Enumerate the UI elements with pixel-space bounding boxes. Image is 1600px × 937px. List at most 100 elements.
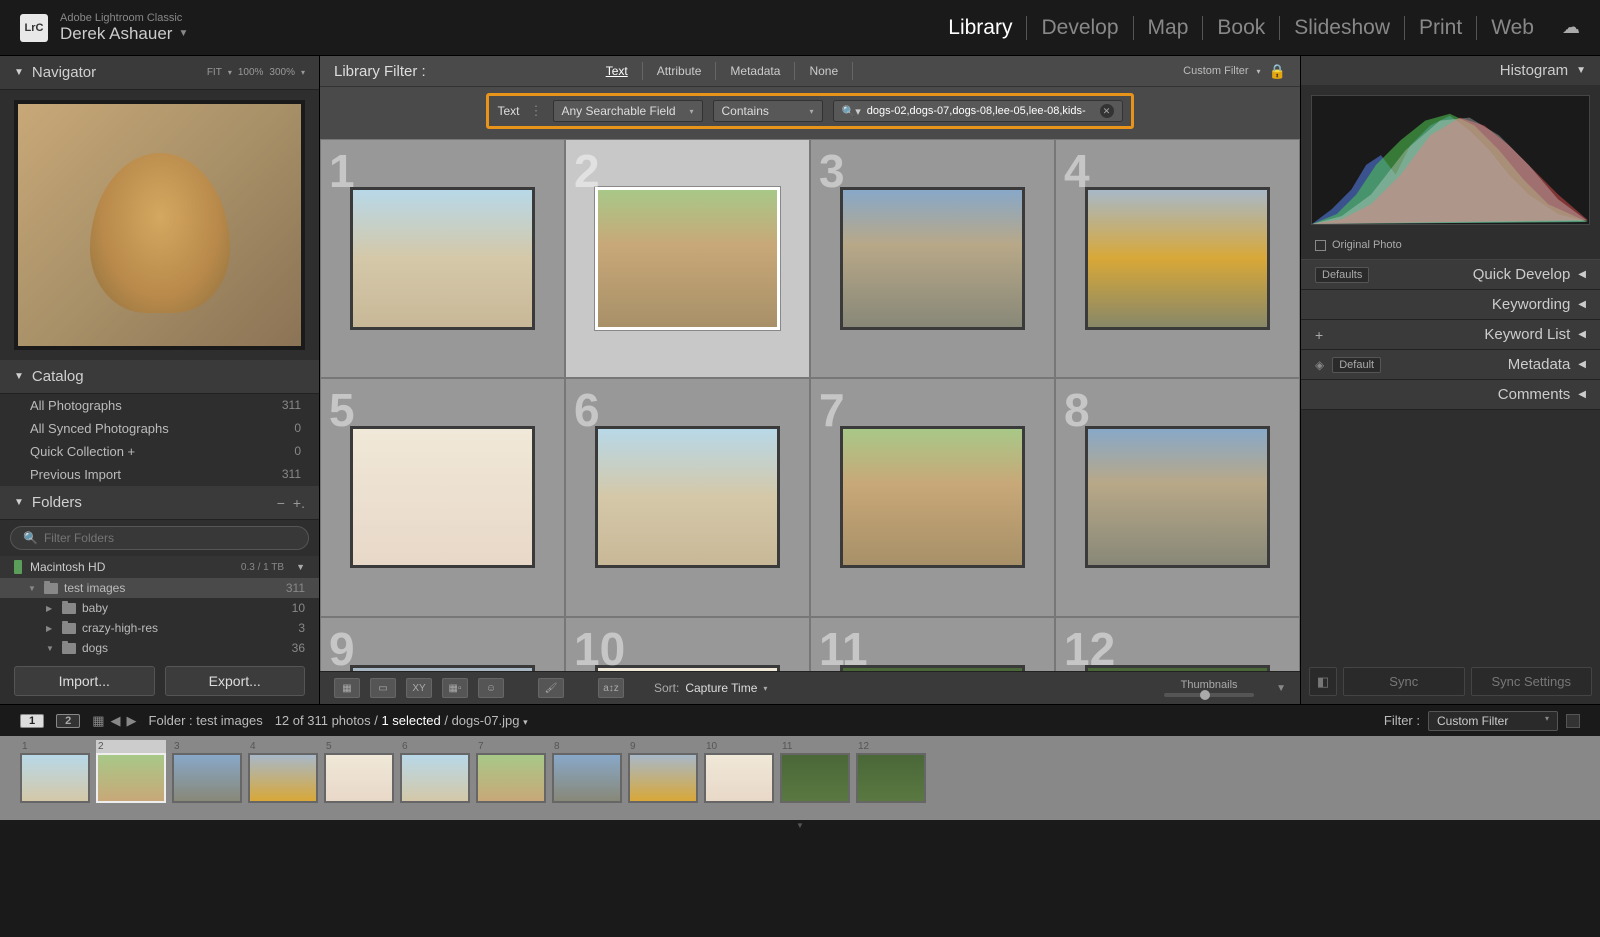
status-folder[interactable]: Folder : test images xyxy=(149,713,263,728)
metadata-visibility-icon[interactable]: ◈ xyxy=(1315,358,1324,372)
keywording-header[interactable]: Keywording ◀ xyxy=(1301,290,1600,319)
filmstrip-collapse-handle[interactable]: ▼ xyxy=(0,820,1600,830)
sort-caret-icon[interactable]: ▾ xyxy=(763,684,767,693)
thumbnail-size[interactable]: Thumbnails xyxy=(1164,679,1254,697)
grid-cell[interactable]: 10 xyxy=(565,617,810,671)
catalog-item[interactable]: Previous Import311 xyxy=(0,463,319,486)
folder-add-icon[interactable]: +. xyxy=(293,495,305,511)
volume-caret-icon[interactable]: ▼ xyxy=(296,562,305,572)
sync-toggle-icon[interactable]: ◧ xyxy=(1309,667,1337,696)
grid-cell[interactable]: 7 xyxy=(810,378,1055,617)
filmstrip-cell[interactable]: 2 xyxy=(96,740,166,803)
import-button[interactable]: Import... xyxy=(14,666,155,696)
text-field-combo[interactable]: Any Searchable Field ▾ xyxy=(553,100,703,122)
collapse-icon[interactable]: ▼ xyxy=(1576,65,1586,76)
zoom-100[interactable]: 100% xyxy=(238,67,264,78)
grid-cell[interactable]: 11 xyxy=(810,617,1055,671)
filmstrip[interactable]: 123456789101112 xyxy=(0,736,1600,820)
folder-row[interactable]: ▶baby10 xyxy=(0,598,319,618)
compare-view-icon[interactable]: XY xyxy=(406,678,432,698)
filmstrip-cell[interactable]: 12 xyxy=(856,740,926,803)
grid-cell[interactable]: 9 xyxy=(320,617,565,671)
volume-row[interactable]: Macintosh HD 0.3 / 1 TB ▼ xyxy=(0,556,319,578)
text-search-input[interactable] xyxy=(867,105,1094,117)
zoom-caret-icon[interactable]: ▾ xyxy=(301,68,305,77)
primary-window-button[interactable]: 1 xyxy=(20,714,44,728)
folder-row[interactable]: ▶crazy-high-res3 xyxy=(0,618,319,638)
catalog-item[interactable]: Quick Collection +0 xyxy=(0,440,319,463)
cloud-sync-icon[interactable]: ☁ xyxy=(1562,17,1580,38)
catalog-item[interactable]: All Synced Photographs0 xyxy=(0,417,319,440)
stats-caret-icon[interactable]: ▾ xyxy=(523,717,528,727)
grid-cell[interactable]: 6 xyxy=(565,378,810,617)
secondary-window-button[interactable]: 2 xyxy=(56,714,80,728)
filmstrip-cell[interactable]: 4 xyxy=(248,740,318,803)
add-keyword-icon[interactable]: + xyxy=(1315,327,1323,343)
sort-value[interactable]: Capture Time xyxy=(685,681,757,695)
zoom-fit[interactable]: FIT xyxy=(207,67,222,78)
loupe-view-icon[interactable]: ▭ xyxy=(370,678,396,698)
module-develop[interactable]: Develop xyxy=(1027,16,1133,40)
thumb-size-slider[interactable] xyxy=(1164,693,1254,697)
grid-cell[interactable]: 5 xyxy=(320,378,565,617)
filmstrip-cell[interactable]: 5 xyxy=(324,740,394,803)
original-photo-toggle[interactable]: Original Photo xyxy=(1301,235,1600,260)
folder-remove-icon[interactable]: − xyxy=(277,495,285,511)
quick-develop-preset[interactable]: Defaults xyxy=(1315,267,1369,283)
grid-icon[interactable]: ▦ xyxy=(92,713,104,729)
grid-cell[interactable]: 12 xyxy=(1055,617,1300,671)
nav-back-icon[interactable]: ◀ xyxy=(111,713,121,729)
text-search-box[interactable]: 🔍▾ ✕ xyxy=(833,100,1123,122)
collapse-icon[interactable]: ◀ xyxy=(1578,269,1586,280)
filmstrip-cell[interactable]: 7 xyxy=(476,740,546,803)
folder-row[interactable]: ▼dogs36 xyxy=(0,638,319,658)
status-filter-combo[interactable]: Custom Filter ▾ xyxy=(1428,711,1558,731)
collapse-icon[interactable]: ◀ xyxy=(1578,329,1586,340)
filmstrip-cell[interactable]: 8 xyxy=(552,740,622,803)
folder-row[interactable]: ▼test images311 xyxy=(0,578,319,598)
filter-tab-metadata[interactable]: Metadata xyxy=(716,62,795,80)
grid-cell[interactable]: 1 xyxy=(320,139,565,378)
clear-search-icon[interactable]: ✕ xyxy=(1100,104,1114,118)
people-view-icon[interactable]: ☺ xyxy=(478,678,504,698)
collapse-icon[interactable]: ▼ xyxy=(14,371,24,382)
histogram-header[interactable]: Histogram ▼ xyxy=(1301,56,1600,85)
histogram-view[interactable] xyxy=(1311,95,1590,225)
sort-direction-icon[interactable]: a↕z xyxy=(598,678,624,698)
navigator-header[interactable]: ▼ Navigator FIT ▾ 100% 300% ▾ xyxy=(0,56,319,90)
grid-scroll[interactable]: 123456789101112 xyxy=(320,139,1300,671)
export-button[interactable]: Export... xyxy=(165,666,306,696)
module-book[interactable]: Book xyxy=(1203,16,1280,40)
module-web[interactable]: Web xyxy=(1477,16,1548,40)
catalog-item[interactable]: All Photographs311 xyxy=(0,394,319,417)
filter-switch-icon[interactable] xyxy=(1566,714,1580,728)
filmstrip-cell[interactable]: 3 xyxy=(172,740,242,803)
painter-icon[interactable]: 🖌 xyxy=(538,678,564,698)
sync-settings-button[interactable]: Sync Settings xyxy=(1471,667,1593,696)
collapse-icon[interactable]: ▼ xyxy=(14,497,24,508)
toolbar-expand-icon[interactable]: ▼ xyxy=(1276,683,1286,694)
folders-header[interactable]: ▼ Folders − +. xyxy=(0,486,319,520)
checkbox-icon[interactable] xyxy=(1315,240,1326,251)
collapse-icon[interactable]: ◀ xyxy=(1578,299,1586,310)
catalog-header[interactable]: ▼ Catalog xyxy=(0,360,319,394)
sync-button[interactable]: Sync xyxy=(1343,667,1465,696)
filmstrip-cell[interactable]: 11 xyxy=(780,740,850,803)
grid-cell[interactable]: 3 xyxy=(810,139,1055,378)
filmstrip-cell[interactable]: 9 xyxy=(628,740,698,803)
filter-tab-attribute[interactable]: Attribute xyxy=(643,62,717,80)
quick-develop-header[interactable]: Defaults Quick Develop ◀ xyxy=(1301,260,1600,289)
folder-expand-icon[interactable]: ▼ xyxy=(46,644,56,653)
keyword-list-header[interactable]: + Keyword List ◀ xyxy=(1301,320,1600,349)
grid-view-icon[interactable]: ▦ xyxy=(334,678,360,698)
filter-preset[interactable]: Custom Filter xyxy=(1183,65,1248,77)
text-rule-combo[interactable]: Contains ▾ xyxy=(713,100,823,122)
filter-preset-caret-icon[interactable]: ▾ xyxy=(1257,67,1261,76)
folder-search-input[interactable] xyxy=(44,531,296,545)
identity-block[interactable]: Adobe Lightroom Classic Derek Ashauer ▼ xyxy=(60,12,934,44)
zoom-fit-caret-icon[interactable]: ▾ xyxy=(228,68,232,77)
filmstrip-cell[interactable]: 6 xyxy=(400,740,470,803)
filmstrip-cell[interactable]: 1 xyxy=(20,740,90,803)
metadata-header[interactable]: ◈ Default Metadata ◀ xyxy=(1301,350,1600,379)
user-name[interactable]: Derek Ashauer ▼ xyxy=(60,24,934,44)
